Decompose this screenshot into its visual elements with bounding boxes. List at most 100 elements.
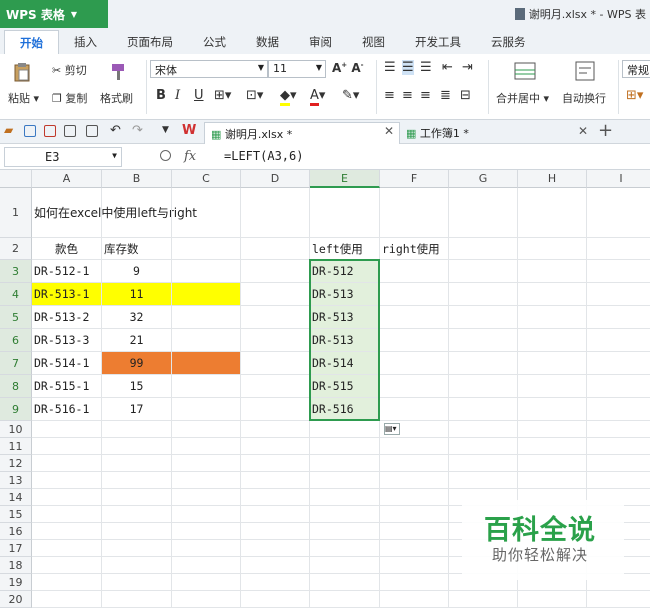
row-header-11[interactable]: 11 <box>0 438 32 455</box>
cell-f8[interactable] <box>380 375 449 398</box>
cell-f5[interactable] <box>380 306 449 329</box>
cell-d19[interactable] <box>241 574 310 591</box>
cell-i5[interactable] <box>587 306 650 329</box>
cell-d9[interactable] <box>241 398 310 421</box>
cell-e3[interactable]: DR-512 <box>310 260 380 283</box>
cell-b8[interactable]: 15 <box>102 375 172 398</box>
align-center-icon[interactable]: ≡ <box>402 88 413 103</box>
cell-b12[interactable] <box>102 455 172 472</box>
cell-d3[interactable] <box>241 260 310 283</box>
function-icon[interactable]: fx <box>184 149 196 164</box>
align-top-icon[interactable]: ☰ <box>384 60 396 75</box>
increase-font-icon[interactable]: A+ A- <box>332 61 364 75</box>
cell-g4[interactable] <box>449 283 518 306</box>
cell-c12[interactable] <box>172 455 241 472</box>
cell-c10[interactable] <box>172 421 241 438</box>
align-right-icon[interactable]: ≡ <box>420 88 431 103</box>
row-header-9[interactable]: 9 <box>0 398 32 421</box>
open-folder-icon[interactable]: ▰ <box>4 123 13 137</box>
paste-button[interactable]: 粘贴 ▾ <box>8 90 39 106</box>
tab-review[interactable]: 审阅 <box>294 30 347 54</box>
cell-a3[interactable]: DR-512-1 <box>32 260 102 283</box>
cell-a11[interactable] <box>32 438 102 455</box>
justify-icon[interactable]: ≣ <box>440 88 451 103</box>
tab-home[interactable]: 开始 <box>4 30 59 54</box>
row-header-19[interactable]: 19 <box>0 574 32 591</box>
percent-icon[interactable]: ⊞▾ <box>626 88 643 103</box>
copy-button[interactable]: ❐ 复制 <box>52 90 87 106</box>
cell-h8[interactable] <box>518 375 587 398</box>
cell-a20[interactable] <box>32 591 102 608</box>
row-header-4[interactable]: 4 <box>0 283 32 306</box>
cell-d1[interactable] <box>241 188 310 238</box>
cell-e20[interactable] <box>310 591 380 608</box>
cell-h6[interactable] <box>518 329 587 352</box>
cell-i13[interactable] <box>587 472 650 489</box>
cell-f9[interactable] <box>380 398 449 421</box>
cell-e2[interactable]: left使用 <box>310 238 380 260</box>
row-header-16[interactable]: 16 <box>0 523 32 540</box>
doc-tab-workbook[interactable]: ▦ 工作簿1 * <box>400 122 596 144</box>
cell-b3[interactable]: 9 <box>102 260 172 283</box>
formula-input[interactable]: =LEFT(A3,6) <box>224 149 303 163</box>
cell-f4[interactable] <box>380 283 449 306</box>
cell-e9[interactable]: DR-516 <box>310 398 380 421</box>
distributed-icon[interactable]: ⊟ <box>460 88 471 103</box>
save-icon[interactable] <box>24 125 36 137</box>
new-tab-icon[interactable]: + <box>598 120 613 141</box>
cell-g12[interactable] <box>449 455 518 472</box>
cell-c20[interactable] <box>172 591 241 608</box>
cell-b5[interactable]: 32 <box>102 306 172 329</box>
close-tab-icon[interactable]: ✕ <box>578 124 588 138</box>
column-header-c[interactable]: C <box>172 170 241 188</box>
cell-e18[interactable] <box>310 557 380 574</box>
cell-c6[interactable] <box>172 329 241 352</box>
cell-f6[interactable] <box>380 329 449 352</box>
cell-d11[interactable] <box>241 438 310 455</box>
border-icon[interactable]: ⊞▾ <box>214 88 231 103</box>
cell-b9[interactable]: 17 <box>102 398 172 421</box>
cell-c1[interactable] <box>172 188 241 238</box>
row-header-2[interactable]: 2 <box>0 238 32 260</box>
cell-g7[interactable] <box>449 352 518 375</box>
cell-b14[interactable] <box>102 489 172 506</box>
cell-f11[interactable] <box>380 438 449 455</box>
cell-a10[interactable] <box>32 421 102 438</box>
cell-c15[interactable] <box>172 506 241 523</box>
cell-i11[interactable] <box>587 438 650 455</box>
cell-f3[interactable] <box>380 260 449 283</box>
clear-format-icon[interactable]: ✎▾ <box>342 88 359 103</box>
cell-i10[interactable] <box>587 421 650 438</box>
print-preview-icon[interactable] <box>86 125 98 137</box>
cell-f7[interactable] <box>380 352 449 375</box>
cell-a17[interactable] <box>32 540 102 557</box>
cell-i2[interactable] <box>587 238 650 260</box>
cell-g6[interactable] <box>449 329 518 352</box>
cell-b6[interactable]: 21 <box>102 329 172 352</box>
cell-d2[interactable] <box>241 238 310 260</box>
cell-c11[interactable] <box>172 438 241 455</box>
cell-e17[interactable] <box>310 540 380 557</box>
tab-page-layout[interactable]: 页面布局 <box>112 30 188 54</box>
row-header-1[interactable]: 1 <box>0 188 32 238</box>
cell-d13[interactable] <box>241 472 310 489</box>
cell-e6[interactable]: DR-513 <box>310 329 380 352</box>
cell-h13[interactable] <box>518 472 587 489</box>
column-header-a[interactable]: A <box>32 170 102 188</box>
column-header-g[interactable]: G <box>449 170 518 188</box>
doc-tab-active[interactable]: ▦ 谢明月.xlsx * <box>204 122 400 144</box>
cell-d20[interactable] <box>241 591 310 608</box>
cell-e14[interactable] <box>310 489 380 506</box>
tab-data[interactable]: 数据 <box>241 30 294 54</box>
cell-g2[interactable] <box>449 238 518 260</box>
cell-c13[interactable] <box>172 472 241 489</box>
cell-g8[interactable] <box>449 375 518 398</box>
cell-b16[interactable] <box>102 523 172 540</box>
cell-d4[interactable] <box>241 283 310 306</box>
cell-f13[interactable] <box>380 472 449 489</box>
cell-c8[interactable] <box>172 375 241 398</box>
cell-i4[interactable] <box>587 283 650 306</box>
cell-h5[interactable] <box>518 306 587 329</box>
column-header-d[interactable]: D <box>241 170 310 188</box>
align-left-icon[interactable]: ≡ <box>384 88 395 103</box>
